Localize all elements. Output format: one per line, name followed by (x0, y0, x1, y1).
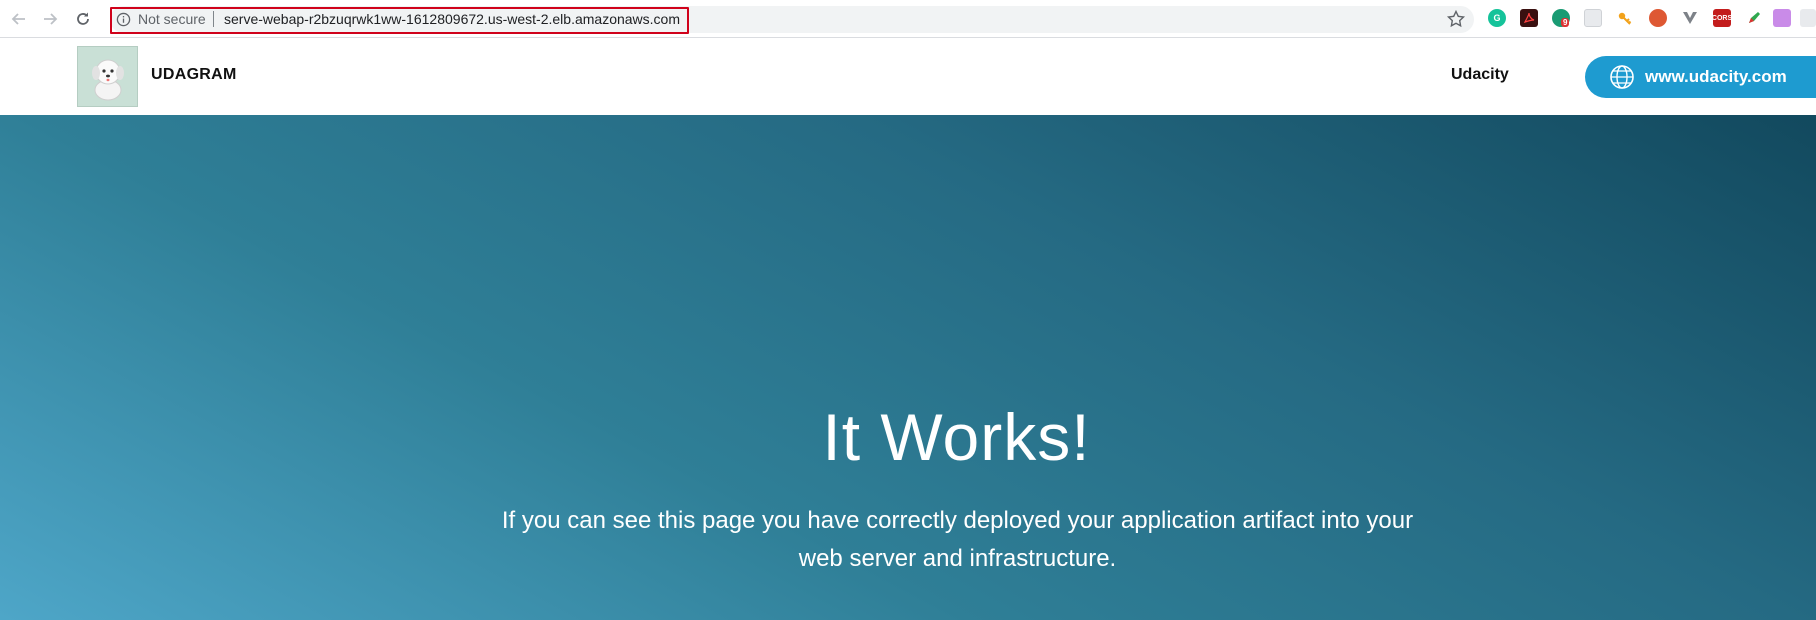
extension-badge-count: 9 (1561, 18, 1570, 27)
globe-icon (1610, 65, 1634, 89)
nav-link-udacity[interactable]: Udacity (1451, 66, 1509, 84)
pdf-extension-icon[interactable] (1520, 9, 1538, 27)
key-icon (1618, 12, 1632, 25)
acrobat-icon (1523, 12, 1535, 24)
hero-section: It Works! If you can see this page you h… (0, 115, 1816, 620)
reload-button[interactable] (71, 7, 95, 31)
udacity-website-button[interactable]: www.udacity.com (1585, 56, 1816, 98)
vue-extension-icon[interactable] (1681, 9, 1699, 27)
purple-extension-icon[interactable] (1773, 9, 1791, 27)
cors-extension-icon[interactable]: CORS (1712, 9, 1732, 27)
site-header: UDAGRAM Udacity www.udacity.com (0, 38, 1816, 115)
duckduckgo-extension-icon[interactable] (1649, 9, 1667, 27)
pen-extension-icon[interactable] (1745, 9, 1763, 27)
back-button[interactable] (7, 7, 31, 31)
forward-button[interactable] (38, 7, 62, 31)
url-text[interactable]: serve-webap-r2bzuqrwk1ww-1612809672.us-w… (224, 11, 680, 27)
url-divider (213, 11, 214, 27)
back-arrow-icon (11, 13, 25, 25)
browser-toolbar: Not secure serve-webap-r2bzuqrwk1ww-1612… (0, 0, 1816, 38)
brand-name[interactable]: UDAGRAM (151, 66, 237, 84)
bookmark-star-icon[interactable] (1446, 9, 1466, 29)
key-extension-icon[interactable] (1616, 9, 1634, 27)
hero-subtitle: If you can see this page you have correc… (501, 507, 1414, 572)
badge-extension-icon[interactable]: 9 (1552, 9, 1570, 27)
info-icon[interactable] (116, 12, 131, 27)
pen-icon (1749, 12, 1760, 23)
forward-arrow-icon (44, 13, 58, 25)
reload-icon (77, 12, 89, 25)
logo[interactable] (77, 46, 138, 107)
udacity-website-label: www.udacity.com (1645, 67, 1787, 86)
security-status[interactable]: Not secure (138, 11, 206, 27)
v-icon (1683, 12, 1697, 24)
grammarly-extension-icon[interactable]: G (1488, 9, 1506, 27)
hero-title: It Works! (822, 400, 1091, 474)
overflow-extension-icon[interactable] (1800, 9, 1816, 27)
blank-extension-icon[interactable] (1584, 9, 1602, 27)
puppy-logo-icon (91, 59, 124, 100)
